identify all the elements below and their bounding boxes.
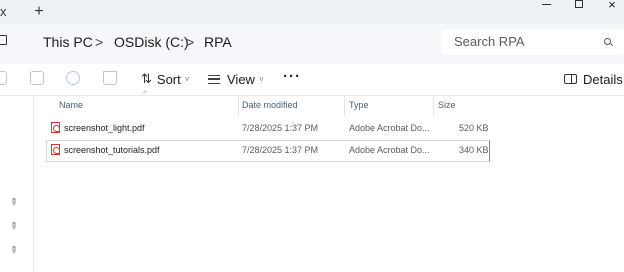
pin-icon[interactable]: ✎ — [8, 220, 20, 232]
close-window-button[interactable]: × — [594, 0, 624, 12]
sort-icon: ⇅ — [141, 71, 152, 86]
view-icon — [208, 74, 220, 84]
command-bar — [0, 64, 624, 96]
search-placeholder: Search RPA — [454, 34, 525, 49]
file-type: Adobe Acrobat Do... — [349, 145, 430, 155]
file-size: 520 KB — [459, 123, 489, 133]
file-date-modified: 7/28/2025 1:37 PM — [242, 123, 319, 133]
sort-label: Sort — [156, 71, 181, 87]
maximize-icon — [575, 0, 583, 8]
pin-icon[interactable]: ✎ — [8, 244, 20, 256]
breadcrumb-osdisk[interactable]: OSDisk (C:) — [114, 33, 189, 51]
pdf-file-icon — [51, 122, 60, 133]
file-name[interactable]: screenshot_light.pdf — [64, 123, 145, 134]
details-button[interactable]: Details — [564, 70, 623, 88]
column-divider[interactable] — [344, 96, 345, 116]
title-bar: x + × — [0, 0, 624, 24]
search-input[interactable]: Search RPA — [441, 29, 624, 55]
column-header-date-modified[interactable]: Date modified — [242, 100, 298, 111]
view-label: View — [227, 71, 255, 87]
chevron-down-icon: ˅ — [258, 74, 264, 84]
column-header-type[interactable]: Type — [349, 100, 369, 111]
file-row-selected[interactable]: screenshot_tutorials.pdf 7/28/2025 1:37 … — [46, 140, 490, 162]
chevron-down-icon: ˅ — [184, 74, 190, 84]
navigation-pane[interactable]: ✎ ✎ ✎ — [0, 96, 34, 272]
file-type: Adobe Acrobat Do... — [349, 123, 430, 133]
copy-icon[interactable] — [30, 71, 44, 85]
column-divider[interactable] — [238, 96, 239, 116]
breadcrumb-separator[interactable]: > — [186, 33, 194, 51]
this-pc-icon — [0, 35, 7, 45]
column-divider[interactable] — [433, 96, 434, 116]
cut-icon[interactable] — [0, 71, 7, 85]
file-date-modified: 7/28/2025 1:37 PM — [242, 145, 319, 155]
file-size: 340 KB — [459, 145, 489, 155]
view-button[interactable]: View ˅ — [208, 70, 264, 88]
file-name[interactable]: screenshot_tutorials.pdf — [64, 145, 160, 156]
maximize-button[interactable] — [561, 0, 597, 12]
more-options-button[interactable]: ··· — [283, 68, 301, 86]
new-tab-button[interactable]: + — [31, 3, 47, 21]
breadcrumb-this-pc[interactable]: This PC — [43, 33, 93, 51]
column-header-size[interactable]: Size — [438, 100, 456, 111]
details-pane-icon — [564, 74, 577, 84]
column-header-name[interactable]: Name — [59, 100, 83, 111]
minimize-icon — [541, 4, 551, 5]
close-tab-icon[interactable]: x — [0, 4, 16, 20]
breadcrumb-rpa[interactable]: RPA — [204, 33, 232, 51]
breadcrumb-separator[interactable]: > — [95, 33, 103, 51]
pin-icon[interactable]: ✎ — [8, 196, 20, 208]
minimize-button[interactable] — [528, 0, 564, 12]
delete-icon[interactable] — [103, 71, 117, 85]
sort-indicator-icon: ^ — [143, 91, 147, 98]
file-row[interactable]: screenshot_light.pdf 7/28/2025 1:37 PM A… — [46, 118, 490, 140]
pdf-file-icon — [51, 144, 60, 155]
sort-button[interactable]: ⇅ Sort ˅ — [141, 70, 189, 88]
share-icon[interactable] — [66, 71, 80, 85]
search-icon[interactable] — [604, 38, 611, 45]
details-label: Details — [583, 71, 623, 87]
